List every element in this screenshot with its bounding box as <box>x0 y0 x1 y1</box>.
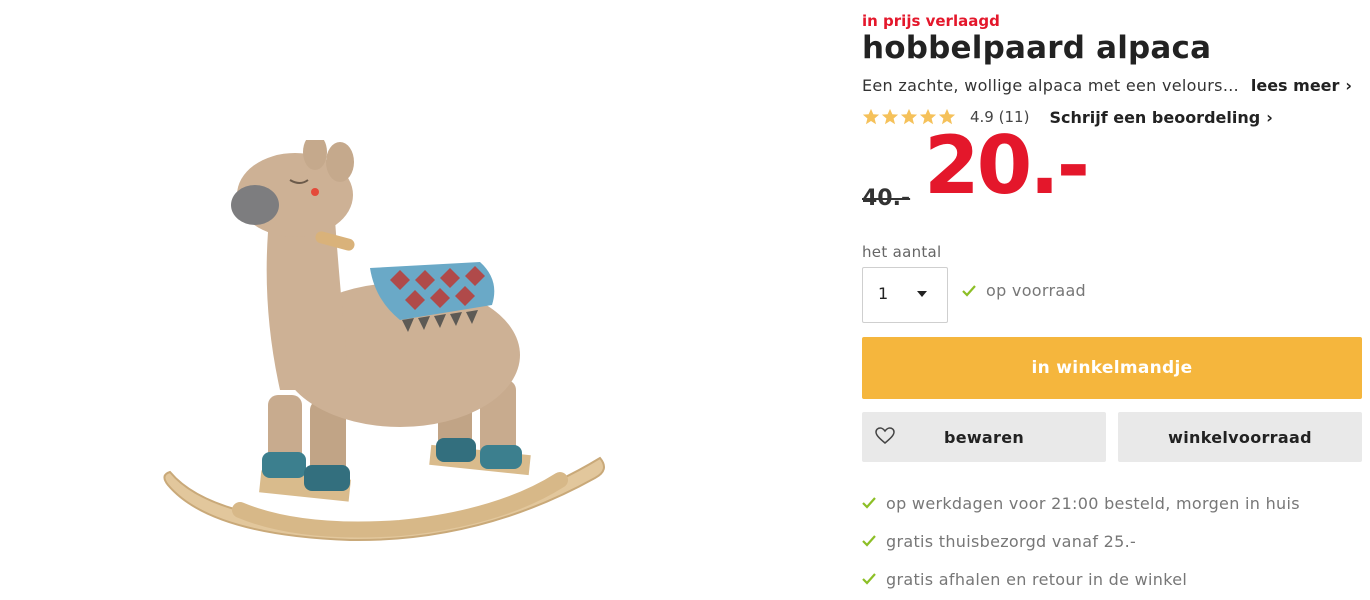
chevron-right-icon: › <box>1266 107 1273 127</box>
save-label: bewaren <box>943 427 1025 447</box>
checkmark-icon <box>962 284 976 297</box>
star-icon <box>862 108 880 125</box>
product-description: Een zachte, wollige alpaca met een velou… <box>862 76 1242 95</box>
store-stock-button[interactable]: winkelvoorraad <box>1118 412 1362 462</box>
heart-icon <box>875 427 895 444</box>
checkmark-icon <box>862 535 876 547</box>
read-more-link[interactable]: lees meer › <box>1251 76 1352 95</box>
usp-item: op werkdagen voor 21:00 besteld, morgen … <box>862 484 1300 522</box>
caret-down-icon <box>917 291 927 297</box>
chevron-right-icon: › <box>1345 76 1352 95</box>
price-reduced-badge: in prijs verlaagd <box>862 12 1000 30</box>
usp-list: op werkdagen voor 21:00 besteld, morgen … <box>862 484 1300 598</box>
product-title: hobbelpaard alpaca <box>862 30 1212 66</box>
usp-item: gratis afhalen en retour in de winkel <box>862 560 1300 598</box>
product-info-panel: in prijs verlaagd hobbelpaard alpaca Een… <box>862 0 1362 600</box>
current-price: 20.- <box>924 119 1090 212</box>
checkmark-icon <box>862 573 876 585</box>
checkmark-icon <box>862 497 876 509</box>
old-price: 40.- <box>862 186 911 211</box>
quantity-label: het aantal <box>862 243 942 261</box>
add-to-cart-button[interactable]: in winkelmandje <box>862 337 1362 399</box>
product-image-area <box>0 0 780 600</box>
product-image <box>163 140 605 542</box>
save-button[interactable]: bewaren <box>862 412 1106 462</box>
quantity-select[interactable]: 1 <box>862 267 948 323</box>
star-icon <box>881 108 899 125</box>
stock-status: op voorraad <box>962 281 1086 300</box>
usp-item: gratis thuisbezorgd vanaf 25.- <box>862 522 1300 560</box>
quantity-value: 1 <box>878 284 889 303</box>
star-icon <box>900 108 918 125</box>
read-more-label: lees meer <box>1250 76 1340 95</box>
stock-status-label: op voorraad <box>986 281 1087 300</box>
